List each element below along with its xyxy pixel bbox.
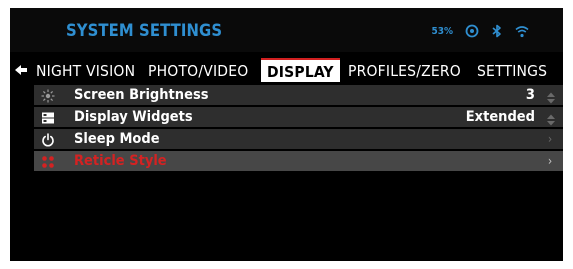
menu-item-reticle-style[interactable]: Reticle Style › <box>34 151 563 171</box>
tab-settings[interactable]: SETTINGS <box>477 60 547 82</box>
menu-item-sleep-mode[interactable]: Sleep Mode › <box>34 129 563 149</box>
up-down-arrows-icon[interactable] <box>546 111 556 126</box>
widgets-icon <box>41 110 55 124</box>
wifi-icon <box>515 25 529 38</box>
header-bar: SYSTEM SETTINGS 53% <box>10 8 563 52</box>
menu-item-label: Reticle Style <box>74 153 167 169</box>
tab-photo-video[interactable]: PHOTO/VIDEO <box>148 60 248 82</box>
menu-item-value: Extended <box>465 109 535 125</box>
menu-item-label: Display Widgets <box>74 109 193 125</box>
recording-icon <box>465 24 479 38</box>
menu-item-label: Sleep Mode <box>74 131 160 147</box>
tab-night-vision[interactable]: NIGHT VISION <box>36 60 135 82</box>
back-arrow-icon[interactable] <box>14 63 28 77</box>
menu-item-screen-brightness[interactable]: Screen Brightness 3 <box>34 85 563 105</box>
chevron-right-icon[interactable]: › <box>543 151 557 171</box>
battery-level: 53% <box>431 25 453 37</box>
tab-bar: NIGHT VISION PHOTO/VIDEO DISPLAY PROFILE… <box>10 58 563 82</box>
power-icon <box>41 132 55 147</box>
menu-item-label: Screen Brightness <box>74 87 209 103</box>
brightness-icon <box>41 88 55 103</box>
menu-item-value: 3 <box>525 87 535 103</box>
device-display: SYSTEM SETTINGS 53% NIGHT VISION PHOTO/V… <box>10 8 563 261</box>
reticle-icon <box>41 154 55 168</box>
tab-profiles-zero[interactable]: PROFILES/ZERO <box>348 60 461 82</box>
bluetooth-icon <box>491 24 503 38</box>
screen: SYSTEM SETTINGS 53% NIGHT VISION PHOTO/V… <box>0 0 573 269</box>
tab-display[interactable]: DISPLAY <box>261 58 340 82</box>
up-down-arrows-icon[interactable] <box>546 89 556 104</box>
status-bar: 53% <box>431 23 529 39</box>
chevron-right-icon[interactable]: › <box>543 129 557 149</box>
page-title: SYSTEM SETTINGS <box>66 21 223 40</box>
settings-menu: Screen Brightness 3 Display Widgets Exte… <box>34 85 563 173</box>
menu-item-display-widgets[interactable]: Display Widgets Extended <box>34 107 563 127</box>
